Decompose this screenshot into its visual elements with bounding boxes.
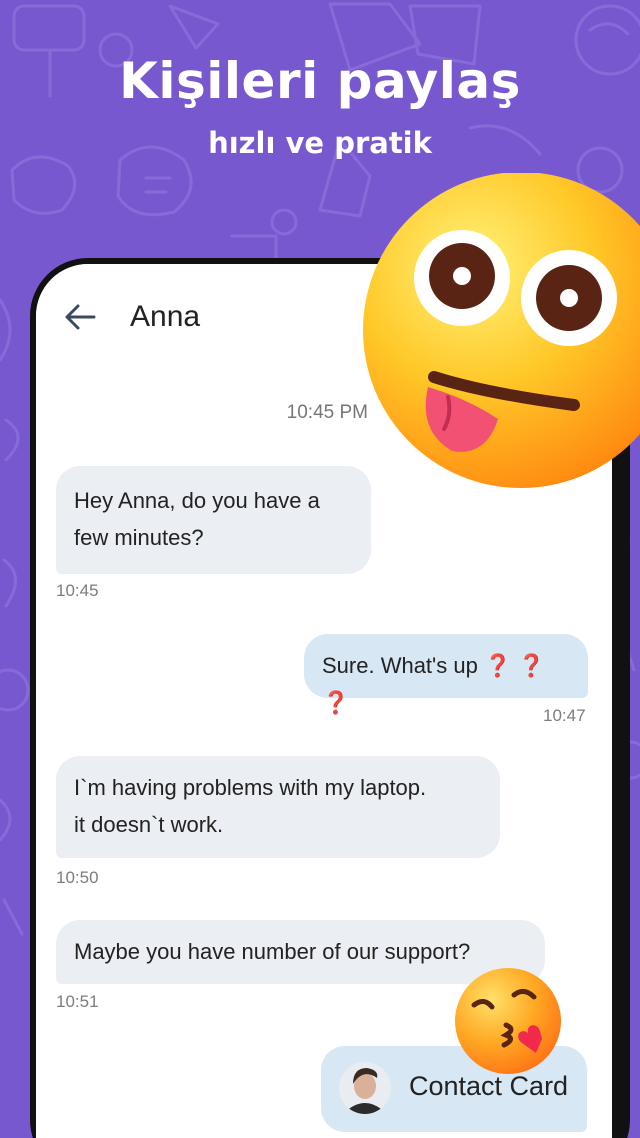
message-text: Maybe you have number of our support?: [74, 939, 471, 964]
tongue-out-emoji-icon: [363, 173, 640, 488]
message-text-line: I`m having problems with my laptop.: [74, 775, 427, 800]
message-time: 10:51: [56, 992, 99, 1011]
message-text: Sure. What's up: [322, 653, 478, 678]
incoming-message[interactable]: I`m having problems with my laptop. it d…: [56, 756, 500, 858]
promo-headline: Kişileri paylaş: [119, 52, 521, 110]
message-text-line: Hey Anna, do you have a: [74, 488, 320, 513]
contact-name: Anna: [130, 300, 201, 333]
kissing-heart-emoji-icon: [455, 968, 561, 1074]
message-time: 10:47: [543, 706, 586, 725]
message-text-line: few minutes?: [74, 525, 204, 550]
incoming-message[interactable]: Hey Anna, do you have a few minutes?: [56, 466, 371, 574]
back-arrow-icon[interactable]: [64, 302, 96, 332]
contact-avatar: [339, 1062, 391, 1114]
outgoing-message[interactable]: Sure. What's up ❓ ❓ ❓: [304, 634, 588, 715]
message-text-line: it doesn`t work.: [74, 812, 224, 837]
message-time: 10:50: [56, 868, 99, 887]
message-time: 10:45: [56, 581, 99, 600]
promo-subheadline: hızlı ve pratik: [208, 126, 432, 160]
